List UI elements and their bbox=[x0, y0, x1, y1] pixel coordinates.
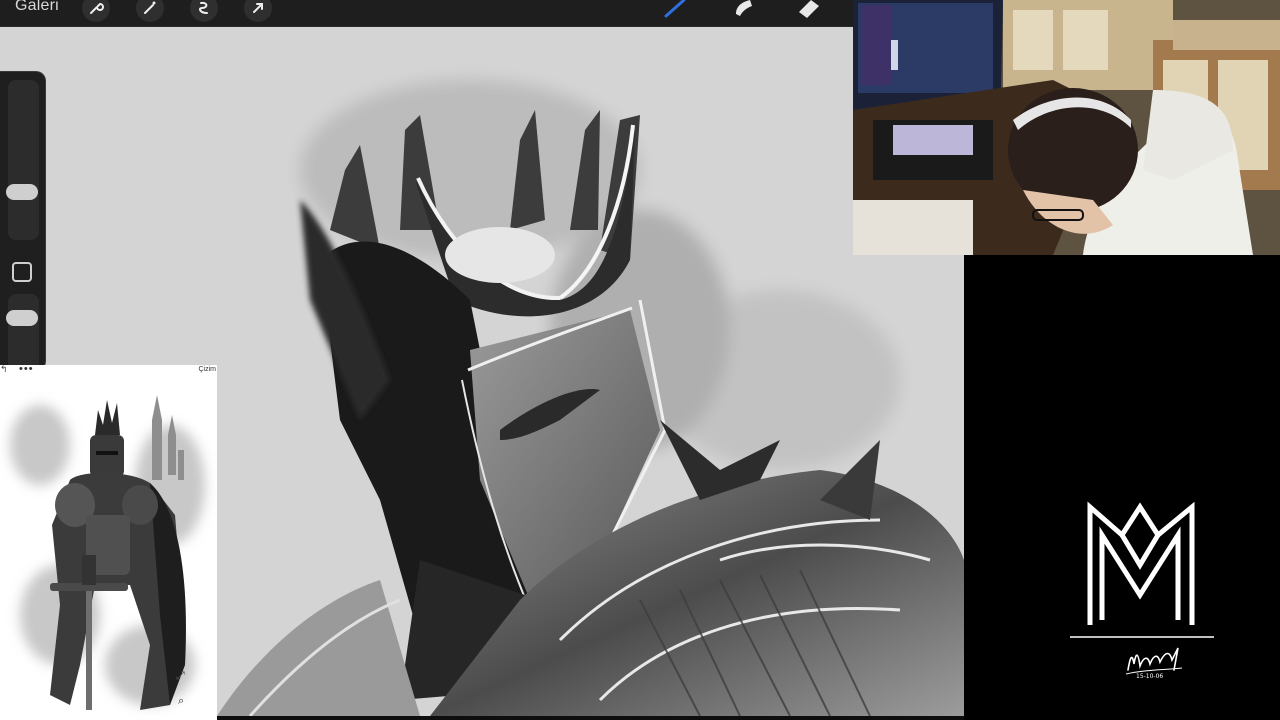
left-sidebar bbox=[0, 71, 46, 372]
brush-size-slider-knob[interactable] bbox=[6, 184, 38, 200]
modify-button[interactable] bbox=[12, 262, 32, 282]
opacity-slider-knob[interactable] bbox=[6, 310, 38, 326]
eraser-icon[interactable] bbox=[795, 0, 823, 22]
selection-icon[interactable] bbox=[190, 0, 218, 22]
brush-size-slider[interactable] bbox=[8, 80, 39, 240]
brush-icon[interactable] bbox=[662, 0, 690, 22]
smudge-icon[interactable] bbox=[730, 0, 758, 22]
top-toolbar: Galeri bbox=[0, 0, 853, 27]
wrench-icon[interactable] bbox=[82, 0, 110, 22]
signature-date: 15-10-06 bbox=[1136, 673, 1164, 680]
transform-arrow-icon[interactable] bbox=[244, 0, 272, 22]
opacity-slider[interactable] bbox=[8, 294, 39, 372]
knight-reference-image bbox=[10, 395, 205, 710]
webcam-feed bbox=[853, 0, 1280, 255]
zoom-icon[interactable]: ⌕ bbox=[178, 695, 184, 708]
expand-icon[interactable]: ⤢ bbox=[176, 670, 185, 683]
mm-logo bbox=[1070, 501, 1214, 638]
magic-wand-icon[interactable] bbox=[136, 0, 164, 22]
reference-window[interactable]: ↰ ••• Çizim ⤢ ⌕ bbox=[0, 365, 217, 720]
gallery-button[interactable]: Galeri bbox=[15, 0, 59, 15]
bottom-edge bbox=[217, 716, 964, 720]
webcam-image bbox=[853, 0, 1280, 255]
